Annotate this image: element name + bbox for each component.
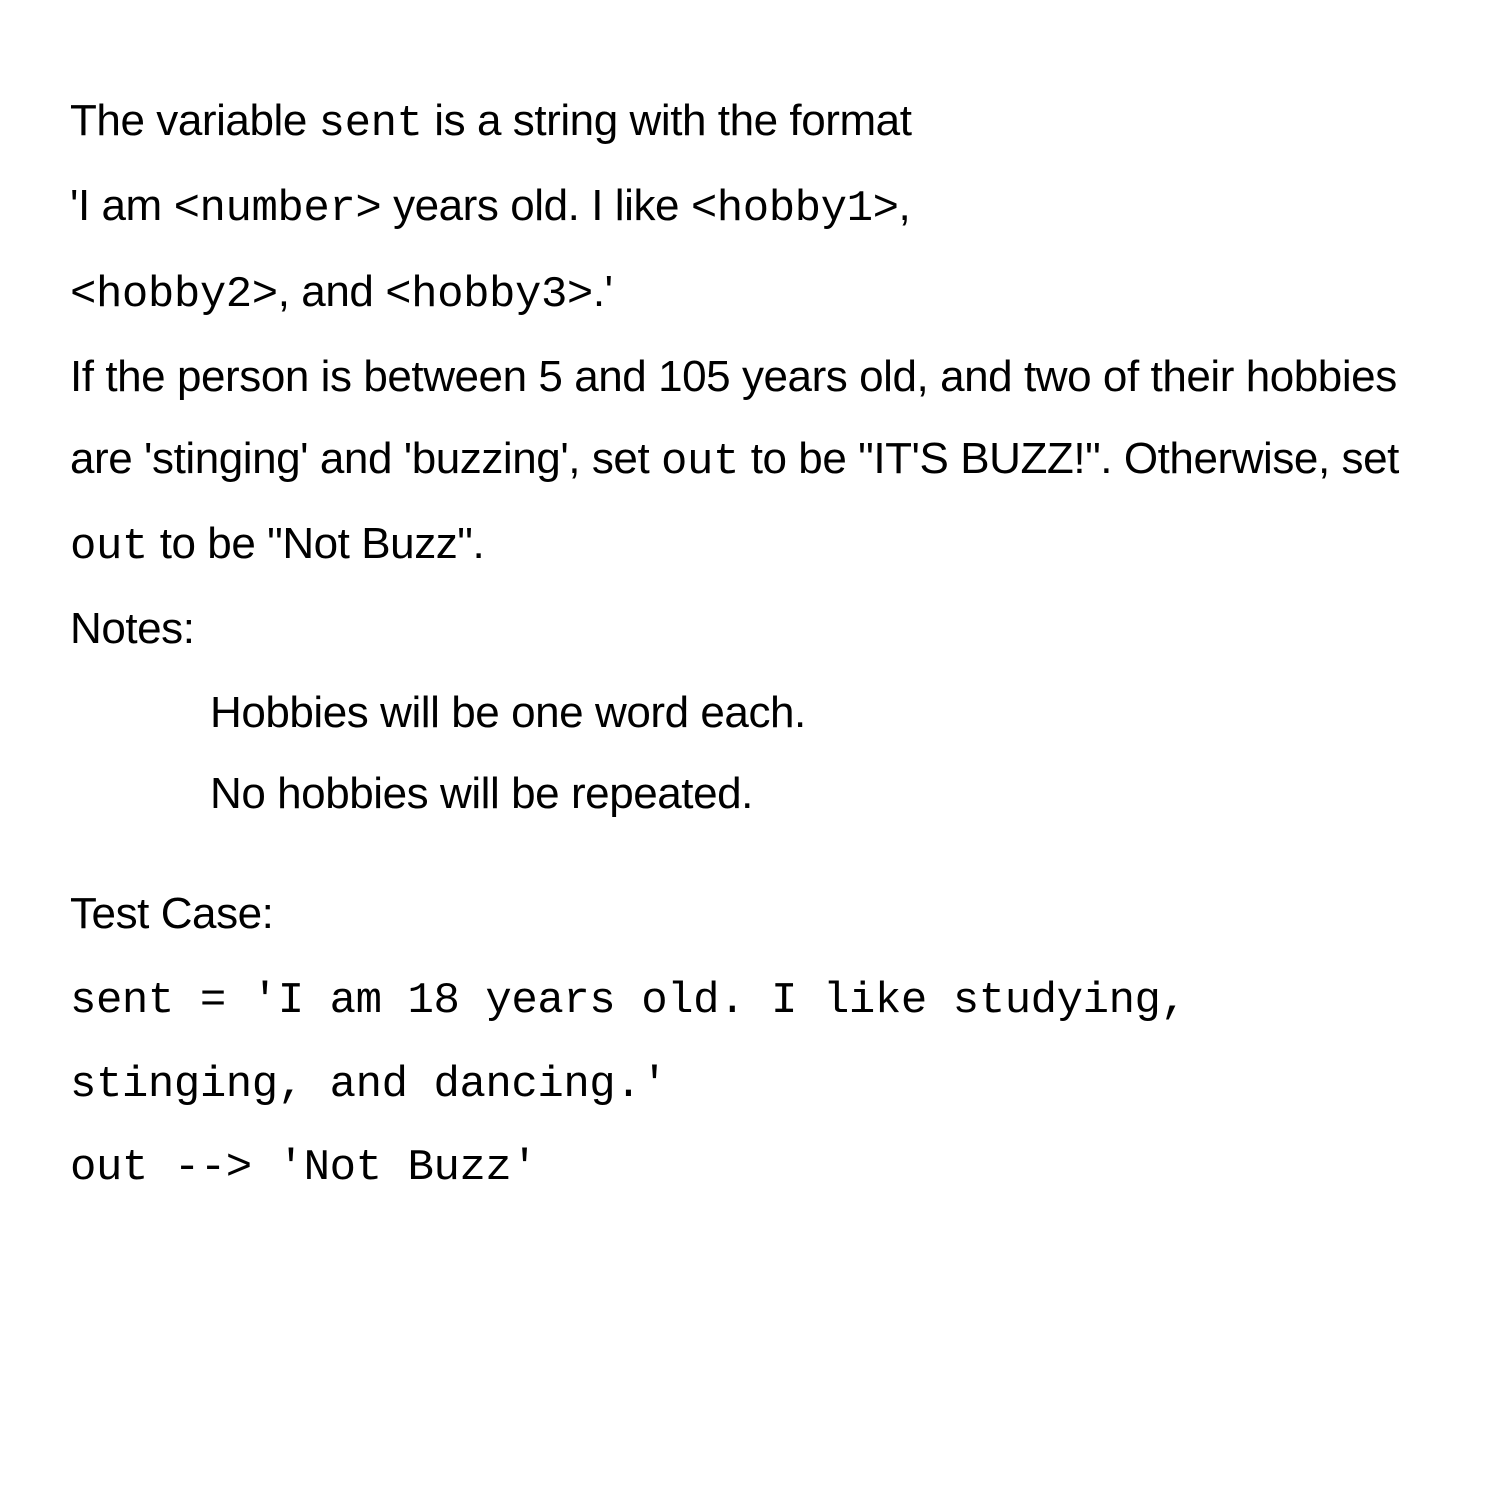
test-line-1: sent = 'I am 18 years old. I like studyi… — [70, 960, 1430, 1127]
format-text-5: .' — [593, 267, 613, 316]
intro-text-1: The variable — [70, 96, 319, 145]
notes-item-1: Hobbies will be one word each. — [210, 672, 1430, 753]
intro-line: The variable sent is a string with the f… — [70, 80, 1430, 165]
conditions-text-3: to be "Not Buzz". — [148, 519, 484, 568]
format-text-4: , and — [278, 267, 385, 316]
test-case-code: sent = 'I am 18 years old. I like studyi… — [70, 960, 1430, 1211]
code-out-1: out — [661, 437, 739, 487]
format-text-3: , — [899, 181, 911, 230]
test-case-heading: Test Case: — [70, 873, 1430, 954]
test-case-section: Test Case: sent = 'I am 18 years old. I … — [70, 873, 1430, 1211]
notes-item-2: No hobbies will be repeated. — [210, 753, 1430, 834]
code-number: <number> — [174, 184, 382, 234]
notes-heading: Notes: — [70, 588, 1430, 669]
notes-section: Notes: Hobbies will be one word each. No… — [70, 588, 1430, 836]
problem-statement: The variable sent is a string with the f… — [70, 80, 1430, 1211]
notes-list: Hobbies will be one word each. No hobbie… — [70, 670, 1430, 837]
conditions-block: If the person is between 5 and 105 years… — [70, 336, 1430, 588]
format-text-1: 'I am — [70, 181, 174, 230]
code-hobby2: <hobby2> — [70, 270, 278, 320]
test-line-2: out --> 'Not Buzz' — [70, 1127, 1430, 1211]
intro-text-2: is a string with the format — [423, 96, 912, 145]
format-text-2: years old. I like — [381, 181, 691, 230]
code-hobby3: <hobby3> — [385, 270, 593, 320]
format-line: 'I am <number> years old. I like <hobby1… — [70, 165, 1430, 336]
code-out-2: out — [70, 522, 148, 572]
code-sent: sent — [319, 99, 423, 149]
code-hobby1: <hobby1> — [691, 184, 899, 234]
conditions-text-2: to be "IT'S BUZZ!". Otherwise, set — [739, 434, 1399, 483]
